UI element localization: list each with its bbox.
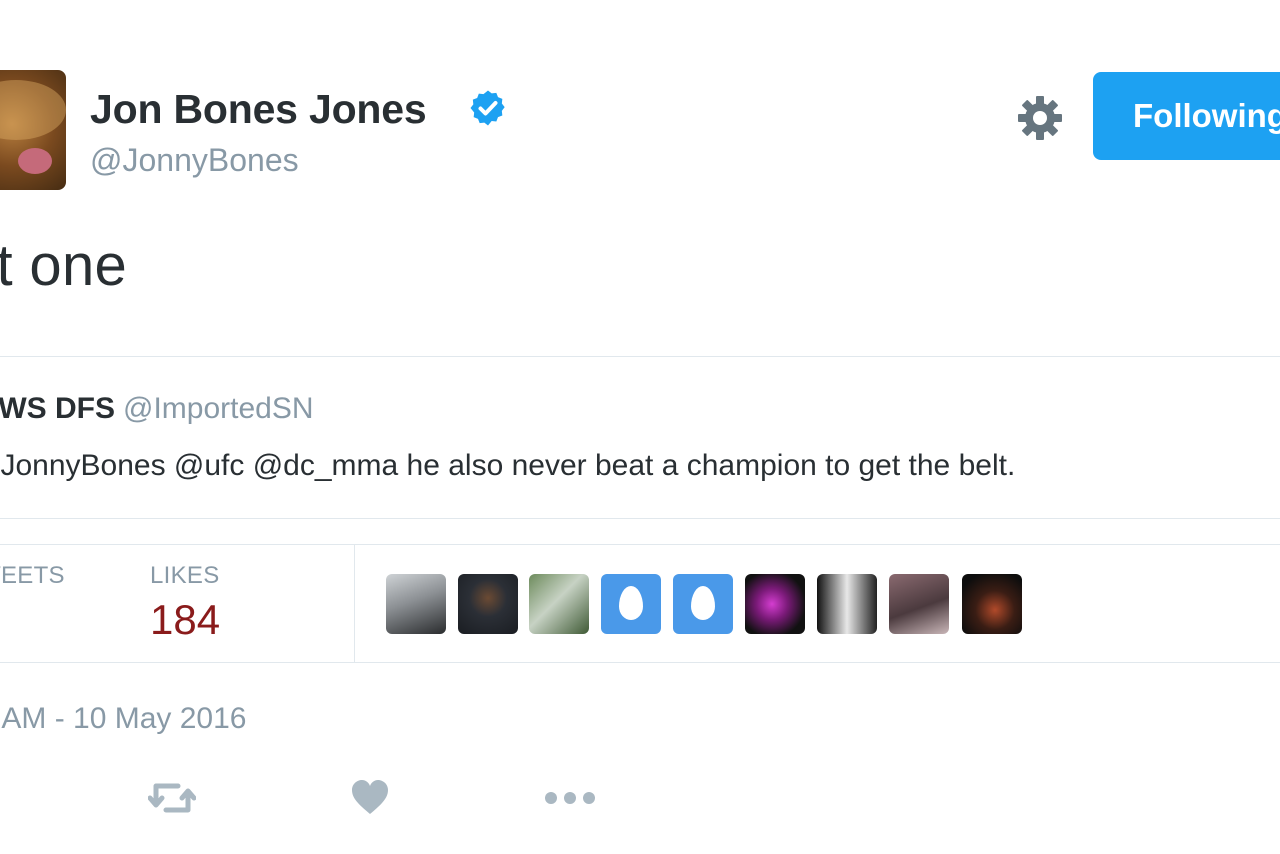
egg-avatar[interactable]: [601, 574, 661, 634]
verified-badge-icon: [470, 90, 505, 126]
quoted-tweet-text[interactable]: @JonnyBones @ufc @dc_mma he also never b…: [0, 449, 1015, 483]
liker-avatar[interactable]: [386, 574, 446, 634]
quote-divider-top: [0, 356, 1280, 357]
quote-divider-bottom: [0, 518, 1280, 519]
liker-avatar[interactable]: [817, 574, 877, 634]
more-icon[interactable]: [544, 788, 596, 808]
egg-avatar[interactable]: [673, 574, 733, 634]
gear-icon[interactable]: [1016, 94, 1064, 142]
tweet-text: ot one: [0, 233, 128, 298]
egg-icon: [619, 586, 643, 620]
likes-count[interactable]: 184: [150, 596, 220, 644]
author-name[interactable]: Jon Bones Jones: [90, 86, 427, 133]
stats-divider-bottom: [0, 662, 1280, 663]
avatar-mane: [0, 80, 66, 140]
quoted-author-name: IEWS DFS: [0, 392, 116, 425]
tweet-timestamp[interactable]: 2 AM - 10 May 2016: [0, 702, 246, 736]
liker-avatar[interactable]: [529, 574, 589, 634]
quoted-author-handle: @ImportedSN: [123, 392, 314, 425]
egg-icon: [691, 586, 715, 620]
liker-avatar[interactable]: [889, 574, 949, 634]
author-handle[interactable]: @JonnyBones: [90, 142, 299, 179]
liker-avatar[interactable]: [745, 574, 805, 634]
author-avatar[interactable]: [0, 70, 66, 190]
stats-vertical-divider: [354, 545, 355, 662]
liker-avatar[interactable]: [962, 574, 1022, 634]
avatar-tongue: [18, 148, 52, 174]
likes-label[interactable]: LIKES: [150, 562, 220, 590]
following-button[interactable]: Following: [1093, 72, 1280, 160]
retweet-icon[interactable]: [148, 778, 196, 818]
stats-divider-top: [0, 544, 1280, 545]
retweets-label[interactable]: WEETS: [0, 562, 65, 590]
heart-icon[interactable]: [350, 778, 390, 818]
quoted-tweet-author[interactable]: IEWS DFS@ImportedSN: [0, 392, 314, 426]
liker-avatar[interactable]: [458, 574, 518, 634]
